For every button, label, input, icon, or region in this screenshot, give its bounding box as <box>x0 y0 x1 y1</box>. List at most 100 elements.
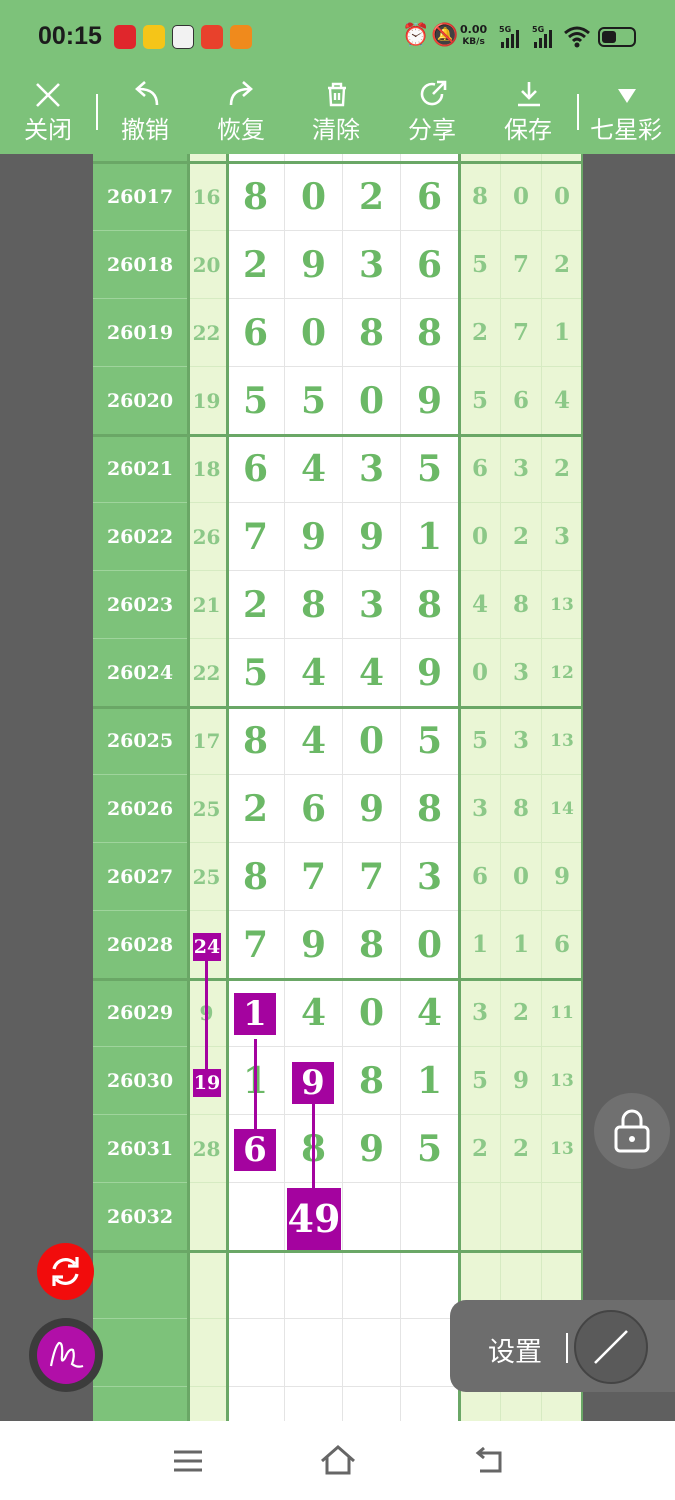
digit-cell[interactable]: 6 <box>401 163 459 231</box>
stat-cell[interactable]: 6 <box>542 911 583 979</box>
sum-cell[interactable] <box>187 1387 226 1421</box>
digit-cell[interactable]: 3 <box>343 571 401 639</box>
stat-cell[interactable]: 1 <box>542 299 583 367</box>
digit-cell[interactable]: 9 <box>285 911 343 979</box>
stat-cell[interactable]: 7 <box>501 299 542 367</box>
stat-cell[interactable]: 2 <box>542 435 583 503</box>
digit-cell[interactable]: 4 <box>285 435 343 503</box>
digit-cell[interactable]: 9 <box>343 775 401 843</box>
stat-cell[interactable]: 4 <box>542 367 583 435</box>
digit-cell[interactable]: 2 <box>227 571 285 639</box>
stat-cell[interactable]: 13 <box>542 1047 583 1115</box>
digit-cell[interactable]: 8 <box>285 571 343 639</box>
sum-mark-24[interactable]: 24 <box>193 933 221 961</box>
settings-button[interactable]: 设置 <box>488 1330 542 1369</box>
digit-cell[interactable] <box>401 1183 459 1251</box>
stat-cell[interactable]: 3 <box>460 775 501 843</box>
undo-button[interactable]: 撤销 <box>105 75 185 154</box>
sum-cell[interactable]: 25 <box>187 775 226 843</box>
digit-cell[interactable]: 0 <box>343 707 401 775</box>
sum-cell[interactable]: 21 <box>187 571 226 639</box>
sum-cell[interactable]: 19 <box>187 367 226 435</box>
digit-mark-9[interactable]: 9 <box>292 1062 334 1104</box>
digit-mark-49[interactable]: 49 <box>287 1188 341 1250</box>
digit-cell[interactable]: 8 <box>343 299 401 367</box>
stat-cell[interactable]: 3 <box>501 707 542 775</box>
stat-cell[interactable]: 5 <box>460 367 501 435</box>
menu-icon[interactable] <box>171 1447 205 1475</box>
digit-cell[interactable]: 9 <box>401 639 459 707</box>
sum-cell[interactable]: 16 <box>187 163 226 231</box>
digit-cell[interactable]: 9 <box>343 1115 401 1183</box>
digit-cell[interactable]: 4 <box>285 707 343 775</box>
digit-cell[interactable]: 5 <box>285 367 343 435</box>
share-button[interactable]: 分享 <box>392 75 472 154</box>
stat-cell[interactable]: 5 <box>460 231 501 299</box>
stat-cell[interactable] <box>460 1183 501 1251</box>
digit-cell[interactable]: 5 <box>401 1115 459 1183</box>
digit-cell[interactable]: 5 <box>401 435 459 503</box>
stat-cell[interactable]: 9 <box>542 843 583 911</box>
digit-cell[interactable]: 3 <box>343 435 401 503</box>
stat-cell[interactable]: 11 <box>542 979 583 1047</box>
stat-cell[interactable] <box>542 1387 583 1421</box>
digit-cell[interactable]: 8 <box>401 775 459 843</box>
digit-cell[interactable]: 4 <box>343 639 401 707</box>
stat-cell[interactable]: 0 <box>501 163 542 231</box>
digit-mark-6[interactable]: 6 <box>234 1129 276 1171</box>
stat-cell[interactable]: 6 <box>501 367 542 435</box>
digit-cell[interactable]: 0 <box>401 911 459 979</box>
home-icon[interactable] <box>318 1443 358 1477</box>
sum-cell[interactable]: 26 <box>187 503 226 571</box>
digit-cell[interactable]: 9 <box>285 231 343 299</box>
sum-cell[interactable] <box>187 1183 226 1251</box>
stat-cell[interactable]: 9 <box>501 1047 542 1115</box>
stat-cell[interactable]: 8 <box>460 163 501 231</box>
lottery-trend-grid[interactable]: 26017 16 8 0 2 6 8 0 0 26018 20 2 9 3 6 5 7 2 26019 22 6 0 8 8 2… <box>93 154 583 1421</box>
digit-cell[interactable]: 4 <box>285 979 343 1047</box>
stat-cell[interactable]: 14 <box>542 775 583 843</box>
stat-cell[interactable]: 2 <box>542 231 583 299</box>
digit-cell[interactable] <box>343 1319 401 1387</box>
digit-cell[interactable]: 5 <box>227 367 285 435</box>
stat-cell[interactable]: 0 <box>542 163 583 231</box>
stat-cell[interactable]: 2 <box>501 1115 542 1183</box>
pen-tool-button[interactable] <box>29 1318 103 1392</box>
digit-cell[interactable] <box>285 1319 343 1387</box>
close-button[interactable]: 关闭 <box>8 75 88 154</box>
digit-cell[interactable]: 3 <box>401 843 459 911</box>
digit-cell[interactable] <box>227 1319 285 1387</box>
digit-cell[interactable]: 6 <box>401 231 459 299</box>
digit-cell[interactable] <box>343 1251 401 1319</box>
stat-cell[interactable]: 5 <box>460 1047 501 1115</box>
digit-cell[interactable]: 0 <box>285 163 343 231</box>
sum-cell[interactable]: 18 <box>187 435 226 503</box>
stat-cell[interactable]: 8 <box>501 775 542 843</box>
sum-cell[interactable]: 22 <box>187 639 226 707</box>
sum-cell[interactable] <box>187 1319 226 1387</box>
save-button[interactable]: 保存 <box>488 75 568 154</box>
sum-cell[interactable]: 28 <box>187 1115 226 1183</box>
digit-cell[interactable]: 9 <box>343 503 401 571</box>
lottery-select-button[interactable]: 七星彩 <box>586 75 666 154</box>
stat-cell[interactable]: 7 <box>501 231 542 299</box>
sum-cell[interactable]: 17 <box>187 707 226 775</box>
clear-button[interactable]: 清除 <box>296 75 376 154</box>
digit-cell[interactable]: 8 <box>343 1047 401 1115</box>
digit-cell[interactable]: 8 <box>227 707 285 775</box>
digit-cell[interactable] <box>401 1387 459 1421</box>
digit-cell[interactable]: 0 <box>343 367 401 435</box>
stat-cell[interactable] <box>501 1387 542 1421</box>
digit-cell[interactable] <box>343 1387 401 1421</box>
digit-cell[interactable]: 8 <box>401 299 459 367</box>
digit-cell[interactable]: 7 <box>227 503 285 571</box>
digit-cell[interactable]: 7 <box>227 911 285 979</box>
sum-cell[interactable] <box>187 1251 226 1319</box>
stat-cell[interactable]: 1 <box>460 911 501 979</box>
digit-cell[interactable]: 7 <box>343 843 401 911</box>
back-icon[interactable] <box>470 1445 506 1477</box>
digit-cell[interactable] <box>343 1183 401 1251</box>
stat-cell[interactable]: 8 <box>501 571 542 639</box>
digit-cell[interactable]: 5 <box>401 707 459 775</box>
stat-cell[interactable]: 0 <box>460 639 501 707</box>
